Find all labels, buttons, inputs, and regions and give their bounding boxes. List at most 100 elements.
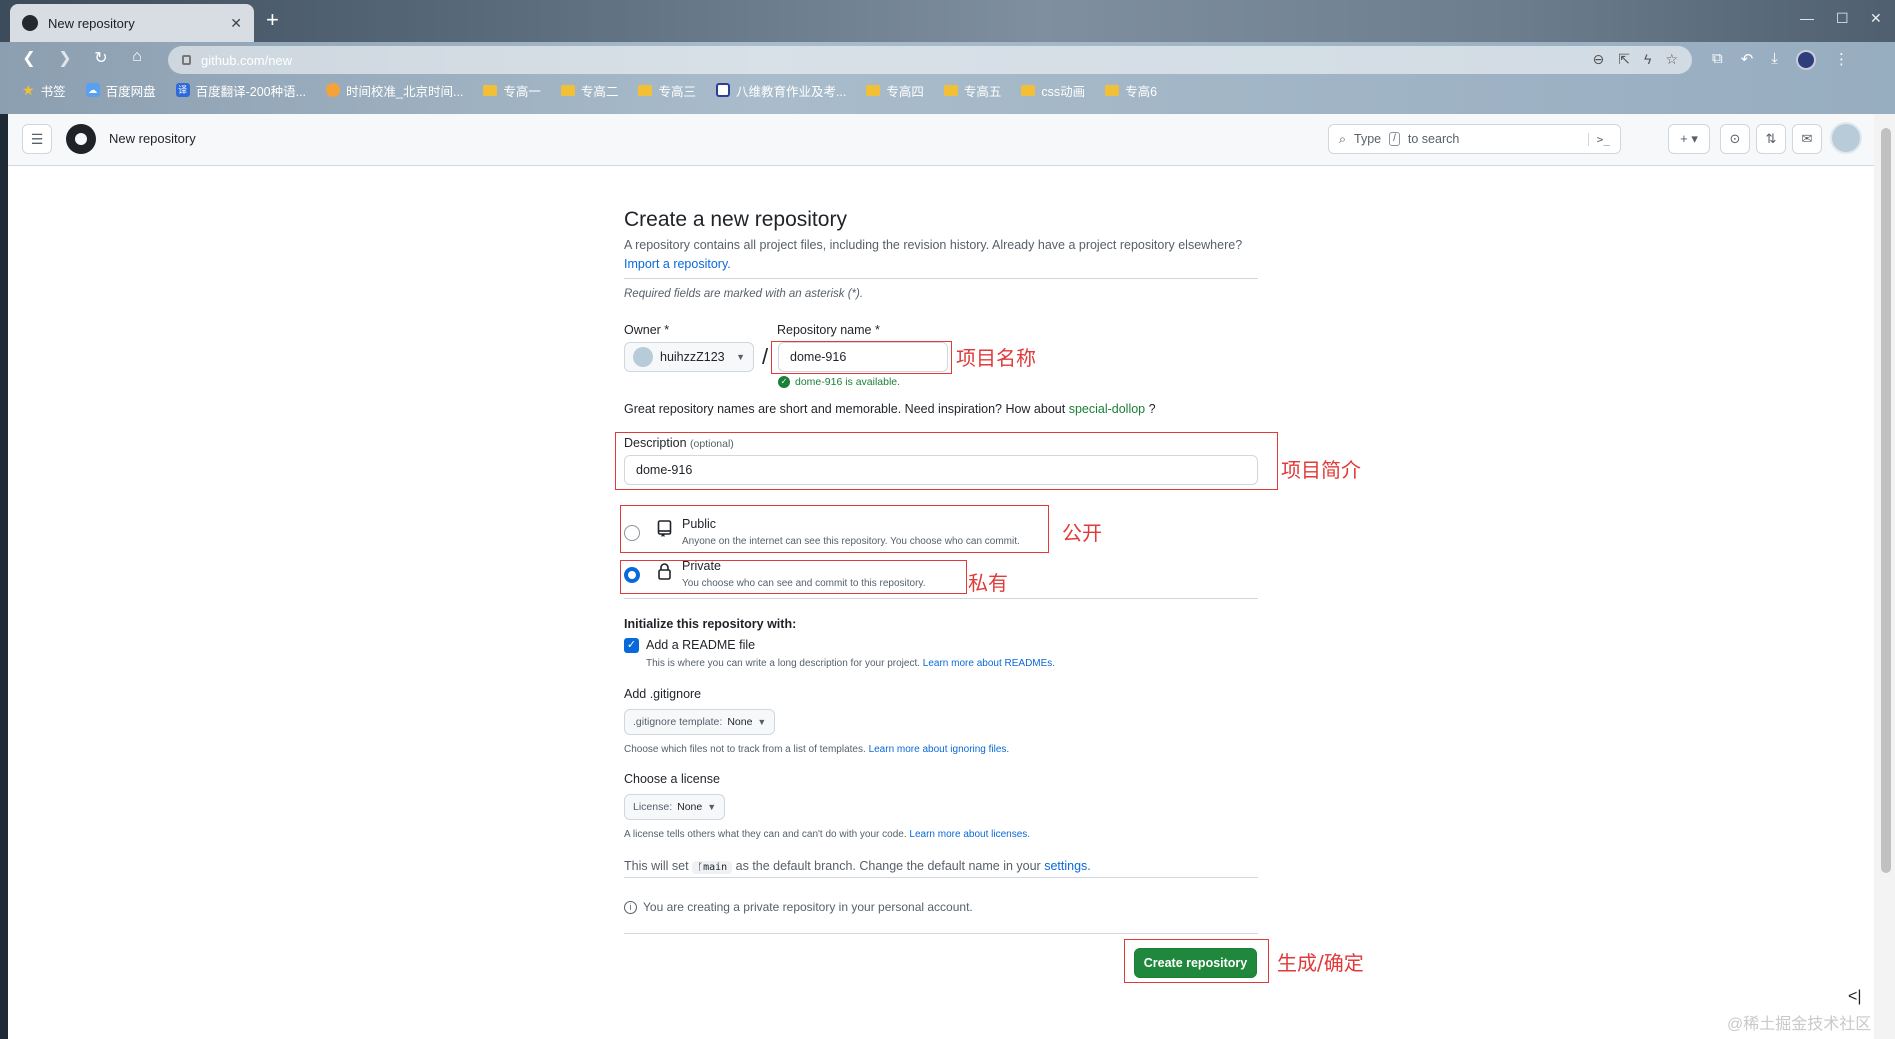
inbox-icon[interactable]: ✉	[1792, 124, 1822, 154]
readme-learn-link[interactable]: Learn more about READMEs.	[923, 658, 1055, 669]
owner-avatar	[633, 347, 653, 367]
watermark: @稀土掘金技术社区	[1727, 1016, 1872, 1033]
bookmark-item[interactable]: 专高6	[1105, 80, 1157, 100]
close-window-icon[interactable]: ✕	[1870, 10, 1882, 27]
github-logo-icon[interactable]	[66, 124, 96, 154]
gitignore-select[interactable]: .gitignore template: None ▼	[624, 709, 776, 735]
lightning-icon[interactable]: ϟ	[1644, 51, 1651, 68]
divider	[624, 278, 1258, 279]
folder-icon	[483, 84, 498, 96]
bookmark-item[interactable]: 时间校准_北京时间...	[326, 80, 463, 100]
bookmark-item[interactable]: 专高二	[560, 80, 618, 100]
close-tab-icon[interactable]: ✕	[230, 15, 242, 32]
folder-icon	[1021, 84, 1036, 96]
annotation-box-private	[620, 560, 967, 594]
search-shortcut-key: /	[1389, 132, 1400, 146]
search-icon: ⌕	[1339, 131, 1347, 146]
translate-icon: 译	[175, 83, 190, 97]
new-tab-icon[interactable]: +	[266, 8, 279, 32]
divider	[624, 877, 1258, 878]
annotation-box-description	[615, 432, 1278, 490]
create-new-button[interactable]: + ▾	[1668, 124, 1710, 154]
star-icon: ★	[22, 81, 35, 98]
forward-icon[interactable]: ❯	[54, 48, 76, 68]
github-favicon-icon	[22, 15, 38, 31]
page-title: Create a new repository	[624, 208, 847, 231]
chevron-down-icon: ▼	[736, 352, 745, 362]
folder-icon	[1105, 84, 1120, 96]
info-icon: i	[624, 900, 637, 914]
home-icon[interactable]: ⌂	[126, 48, 148, 66]
desktop-edge	[0, 114, 8, 1039]
profile-avatar[interactable]	[1795, 50, 1816, 70]
search-input[interactable]: ⌕ Type / to search >_	[1328, 124, 1621, 154]
annotation-public: 公开	[1062, 521, 1102, 545]
chevron-down-icon: ▼	[707, 802, 717, 812]
bookmark-item[interactable]: 专高一	[483, 80, 541, 100]
bookmark-item[interactable]: 八维教育作业及考...	[715, 80, 846, 100]
minimize-icon[interactable]: —	[1800, 10, 1814, 26]
browser-tab-bar: New repository ✕ + — ☐ ✕	[0, 0, 1895, 42]
scrollbar-thumb[interactable]	[1881, 128, 1891, 873]
folder-icon	[866, 84, 881, 96]
init-title: Initialize this repository with:	[624, 617, 797, 631]
hamburger-menu-icon[interactable]: ☰	[22, 124, 52, 154]
owner-repo-separator: /	[762, 344, 769, 369]
owner-select[interactable]: huihzzZ123 ▼	[624, 342, 754, 372]
page-context-title: New repository	[109, 131, 196, 146]
annotation-box-create	[1124, 939, 1269, 983]
divider	[624, 598, 1258, 599]
command-palette-icon[interactable]: >_	[1587, 132, 1610, 146]
user-avatar[interactable]	[1830, 122, 1862, 154]
settings-link[interactable]: settings.	[1044, 859, 1091, 873]
annotation-name: 项目名称	[956, 346, 1036, 370]
repo-name-label: Repository name *	[777, 323, 880, 337]
import-repo-link[interactable]: Import a repository.	[624, 257, 731, 271]
license-select[interactable]: License: None ▼	[624, 794, 726, 820]
issues-icon[interactable]: ⊙	[1720, 124, 1750, 154]
share-icon[interactable]: ⇱	[1618, 51, 1630, 68]
back-icon[interactable]: ❮	[18, 48, 40, 68]
tab-title: New repository	[48, 15, 135, 31]
maximize-icon[interactable]: ☐	[1836, 10, 1849, 27]
url-text: github.com/new	[201, 52, 293, 68]
bookmark-star-icon[interactable]: ☆	[1665, 51, 1678, 68]
intro-text: A repository contains all project files,…	[624, 238, 1243, 271]
collapse-panel-icon[interactable]: <|	[1848, 988, 1862, 1006]
name-hint: Great repository names are short and mem…	[624, 402, 1156, 416]
extension-icon[interactable]: ⧉	[1712, 50, 1723, 70]
bookmark-item[interactable]: 专高四	[866, 80, 924, 100]
suggestion-link[interactable]: special-dollop	[1069, 402, 1145, 416]
chevron-down-icon: ▼	[757, 717, 767, 727]
bookmark-item[interactable]: 译百度翻译-200种语...	[175, 80, 306, 100]
browser-tab[interactable]: New repository ✕	[10, 4, 254, 42]
zoom-icon[interactable]: ⊖	[1593, 51, 1605, 68]
license-title: Choose a license	[624, 772, 720, 786]
cloud-icon: ☁	[85, 83, 100, 97]
folder-icon	[560, 84, 575, 96]
pull-requests-icon[interactable]: ⇅	[1756, 124, 1786, 154]
menu-dots-icon[interactable]: ⋮	[1834, 50, 1849, 70]
bookmark-item[interactable]: 专高五	[943, 80, 1001, 100]
annotation-create: 生成/确定	[1277, 951, 1364, 975]
page-icon	[715, 83, 730, 97]
download-icon[interactable]: ⤓	[1771, 50, 1778, 70]
bookmark-item[interactable]: ☁ 百度网盘	[85, 80, 156, 100]
license-learn-link[interactable]: Learn more about licenses.	[909, 829, 1030, 840]
address-bar[interactable]: github.com/new ⊖ ⇱ ϟ ☆	[168, 46, 1692, 74]
reload-icon[interactable]: ↻	[90, 48, 112, 68]
divider	[624, 933, 1258, 934]
owner-label: Owner *	[624, 323, 670, 337]
license-desc: A license tells others what they can and…	[624, 829, 1031, 840]
readme-label: Add a README file	[646, 638, 756, 652]
folder-icon	[943, 84, 958, 96]
history-icon[interactable]: ↶	[1741, 50, 1754, 70]
readme-desc: This is where you can write a long descr…	[646, 658, 1056, 669]
readme-checkbox[interactable]: ✓	[624, 638, 639, 653]
bookmark-item[interactable]: 专高三	[638, 80, 696, 100]
gitignore-learn-link[interactable]: Learn more about ignoring files.	[869, 744, 1010, 755]
annotation-box-public	[620, 505, 1049, 553]
annotation-description: 项目简介	[1281, 458, 1361, 482]
bookmark-item[interactable]: ★ 书签	[22, 80, 66, 100]
bookmark-item[interactable]: css动画	[1021, 80, 1085, 100]
